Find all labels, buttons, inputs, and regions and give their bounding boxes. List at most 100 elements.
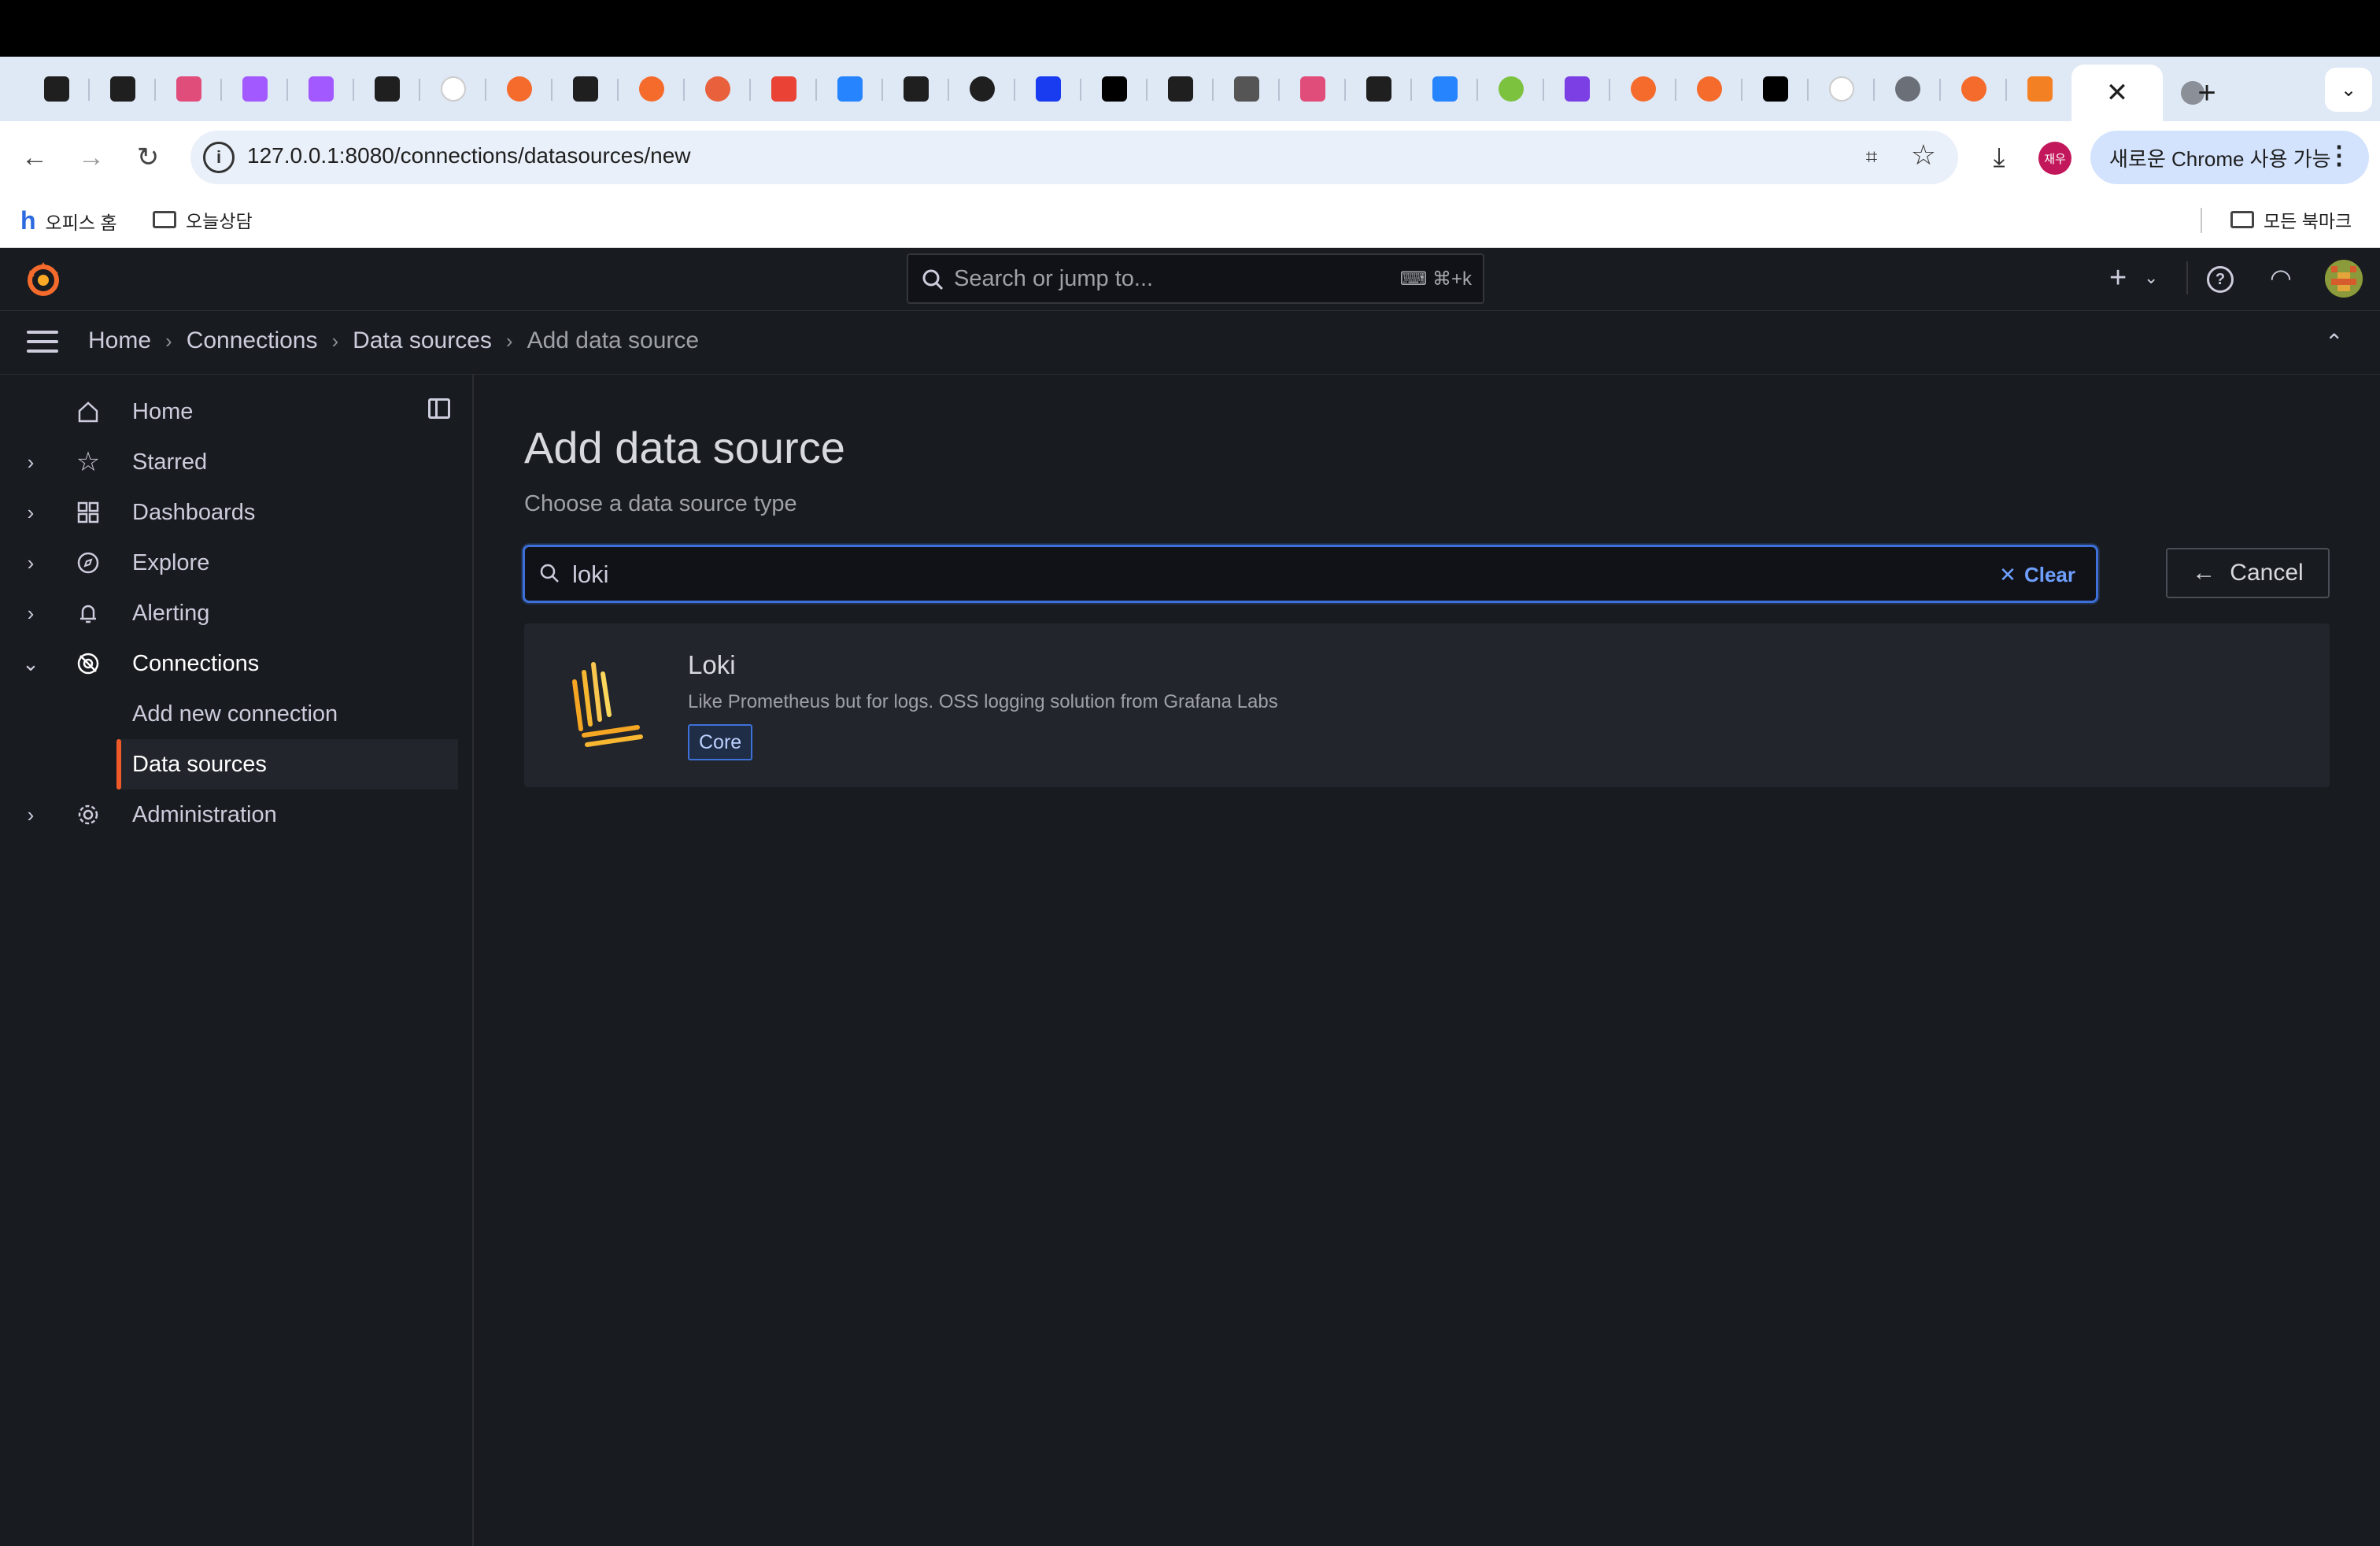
- user-avatar[interactable]: [2325, 260, 2363, 298]
- sidebar-item-label: Add new connection: [132, 701, 338, 727]
- tab[interactable]: [1280, 61, 1346, 117]
- tab[interactable]: [1941, 61, 2007, 117]
- cancel-button[interactable]: ← Cancel: [2166, 548, 2330, 598]
- chevron-up-icon[interactable]: ⌃: [2325, 329, 2343, 355]
- tab[interactable]: [486, 61, 552, 117]
- sidebar-item-alerting[interactable]: › Alerting: [0, 588, 458, 638]
- hiworks-icon: h: [20, 206, 36, 235]
- search-icon: [540, 564, 559, 583]
- forward-button[interactable]: →: [68, 134, 115, 181]
- tab[interactable]: [1214, 61, 1280, 117]
- tab[interactable]: [1346, 61, 1412, 117]
- chevron-right-icon[interactable]: ›: [20, 551, 41, 575]
- menu-toggle-icon[interactable]: [27, 331, 58, 354]
- tab[interactable]: [222, 61, 288, 117]
- tab[interactable]: [817, 61, 883, 117]
- datasource-name: Loki: [688, 650, 736, 679]
- profile-avatar[interactable]: 재우: [2038, 142, 2071, 175]
- folder-icon: [2230, 211, 2254, 228]
- sidebar-item-administration[interactable]: › Administration: [0, 790, 458, 840]
- breadcrumb-home[interactable]: Home: [88, 327, 151, 354]
- chevron-down-icon[interactable]: ⌄: [20, 652, 41, 676]
- tab-search-button[interactable]: ⌄: [2325, 68, 2372, 112]
- chevron-right-icon[interactable]: ›: [20, 450, 41, 475]
- translate-icon[interactable]: ⌗: [1856, 142, 1887, 173]
- tab[interactable]: [1875, 61, 1941, 117]
- bookmark-star-icon[interactable]: ☆: [1911, 139, 1936, 172]
- star-icon: ☆: [76, 447, 101, 477]
- bookmark-folder-consult[interactable]: 오늘상담: [153, 206, 253, 233]
- reload-icon: ↻: [136, 142, 160, 172]
- breadcrumb-connections[interactable]: Connections: [187, 327, 318, 354]
- tab[interactable]: [1478, 61, 1544, 117]
- add-new-button[interactable]: +: [2109, 261, 2127, 295]
- grafana-logo-icon[interactable]: [24, 260, 63, 299]
- tab[interactable]: [1148, 61, 1214, 117]
- connections-icon: [72, 648, 104, 679]
- datasource-search-input[interactable]: [571, 558, 1912, 591]
- tab[interactable]: [354, 61, 420, 117]
- rss-icon[interactable]: ◠: [2270, 263, 2292, 293]
- downloads-button[interactable]: ⤓: [1977, 135, 2021, 179]
- tab[interactable]: [552, 61, 619, 117]
- chevron-right-icon[interactable]: ›: [20, 601, 41, 626]
- tab[interactable]: [156, 61, 222, 117]
- sidebar-item-starred[interactable]: › ☆ Starred: [0, 437, 458, 487]
- bookmark-label: 모든 북마크: [2264, 211, 2352, 231]
- sidebar-item-explore[interactable]: › Explore: [0, 538, 458, 588]
- tab[interactable]: [90, 61, 156, 117]
- tab[interactable]: [420, 61, 486, 117]
- global-search[interactable]: Search or jump to... ⌨ ⌘+k: [907, 253, 1484, 304]
- cancel-label: Cancel: [2230, 560, 2304, 586]
- back-button[interactable]: ←: [11, 134, 58, 181]
- tab[interactable]: [1809, 61, 1875, 117]
- tab[interactable]: [1743, 61, 1809, 117]
- search-placeholder: Search or jump to...: [954, 266, 1154, 291]
- sidebar-item-home[interactable]: Home: [0, 386, 458, 437]
- sidebar-item-dashboards[interactable]: › Dashboards: [0, 487, 458, 538]
- reload-button[interactable]: ↻: [124, 134, 172, 181]
- bookmark-icon: [1036, 76, 1061, 102]
- datasource-search-field[interactable]: ✕ Clear: [523, 545, 2098, 603]
- url-text[interactable]: 127.0.0.1:8080/connections/datasources/n…: [247, 143, 691, 168]
- swagger-icon: [705, 76, 730, 102]
- chevron-right-icon[interactable]: ›: [20, 803, 41, 827]
- tab[interactable]: [619, 61, 685, 117]
- tab[interactable]: [24, 61, 90, 117]
- new-tab-button[interactable]: +: [2186, 72, 2227, 113]
- site-info-icon[interactable]: i: [203, 142, 235, 173]
- help-icon[interactable]: ?: [2207, 266, 2234, 293]
- chevron-right-icon[interactable]: ›: [20, 501, 41, 525]
- sidebar-item-data-sources[interactable]: Data sources: [116, 739, 458, 790]
- tab[interactable]: [1610, 61, 1676, 117]
- update-label: 새로운 Chrome 사용 가능: [2109, 146, 2331, 171]
- all-bookmarks[interactable]: 모든 북마크: [2230, 206, 2352, 233]
- tab[interactable]: [1081, 61, 1148, 117]
- tab[interactable]: [288, 61, 354, 117]
- breadcrumb-data-sources[interactable]: Data sources: [353, 327, 492, 354]
- tab[interactable]: [751, 61, 817, 117]
- sidebar-item-label: Explore: [132, 549, 210, 575]
- tab[interactable]: [1676, 61, 1743, 117]
- chevron-down-icon[interactable]: ⌄: [2144, 268, 2158, 288]
- sidebar-item-label: Administration: [132, 801, 277, 827]
- sidebar-item-connections[interactable]: ⌄ Connections: [0, 638, 458, 689]
- tab[interactable]: [1015, 61, 1081, 117]
- sidebar-item-label: Alerting: [132, 600, 210, 626]
- tab[interactable]: [685, 61, 751, 117]
- close-icon[interactable]: ✕: [2106, 77, 2129, 109]
- clear-button[interactable]: ✕ Clear: [1999, 563, 2075, 587]
- download-icon: ⤓: [1993, 142, 2005, 172]
- tab[interactable]: [2007, 61, 2073, 117]
- tab[interactable]: [1544, 61, 1610, 117]
- tab[interactable]: [949, 61, 1015, 117]
- tab[interactable]: [1412, 61, 1478, 117]
- chrome-update-button[interactable]: 새로운 Chrome 사용 가능 ⋮: [2090, 131, 2369, 184]
- sidebar-item-add-new-connection[interactable]: Add new connection: [0, 689, 458, 739]
- active-tab[interactable]: ✕: [2071, 65, 2163, 121]
- plus-icon: +: [2109, 261, 2127, 294]
- bookmark-office-home[interactable]: h 오피스 홈: [20, 206, 117, 235]
- tab[interactable]: [883, 61, 949, 117]
- confluence-icon: [837, 76, 863, 102]
- address-bar[interactable]: i 127.0.0.1:8080/connections/datasources…: [190, 131, 1958, 184]
